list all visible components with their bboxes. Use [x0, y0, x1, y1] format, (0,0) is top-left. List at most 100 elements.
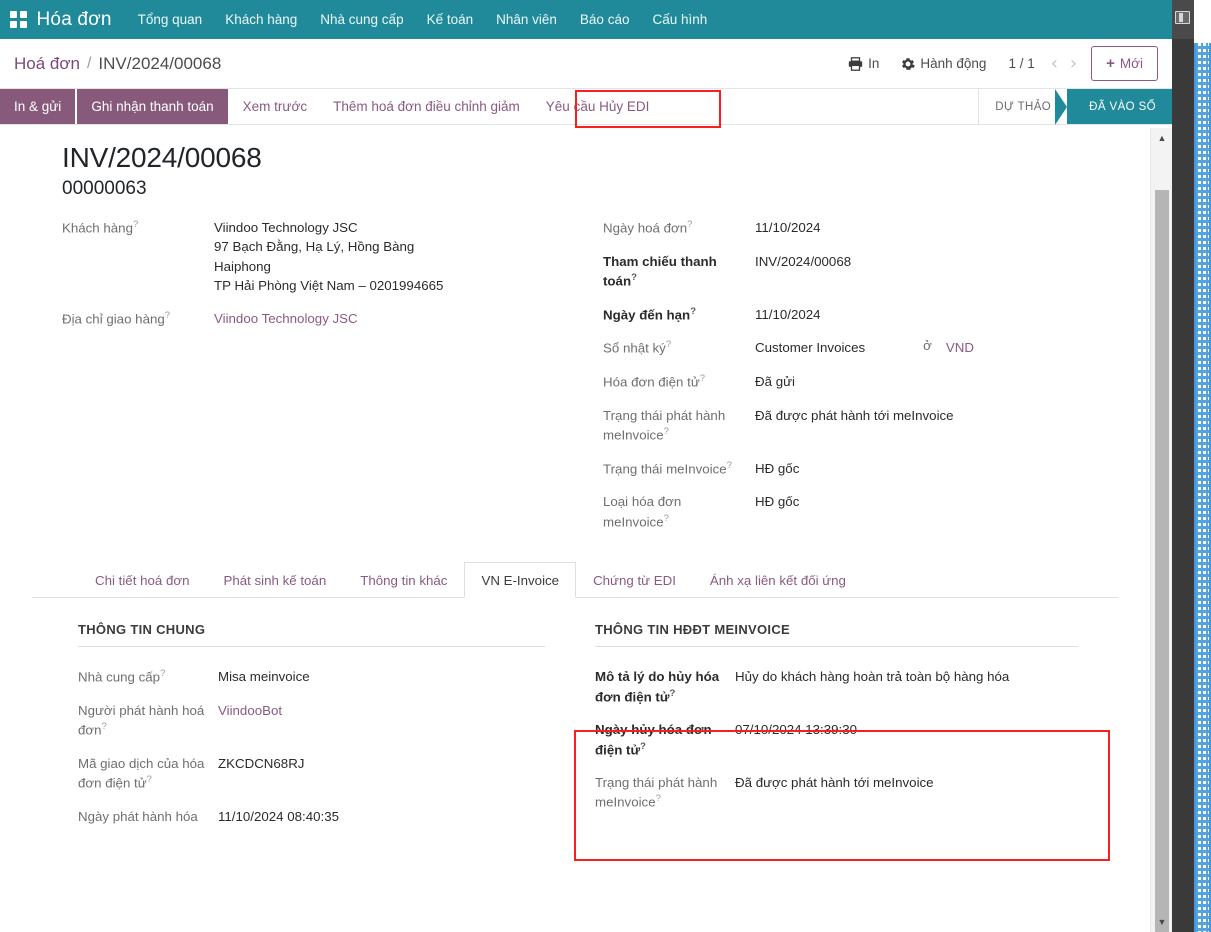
field-ma-giao-dich-value: ZKCDCN68RJ	[218, 754, 304, 793]
gear-icon	[901, 57, 915, 71]
print-button[interactable]: In	[848, 56, 879, 71]
label-text: Loại hóa đơn meInvoice	[603, 494, 681, 529]
tab-vn-e-invoice[interactable]: VN E-Invoice	[464, 562, 576, 598]
help-marker[interactable]: ?	[669, 688, 675, 699]
help-marker[interactable]: ?	[656, 793, 661, 804]
field-dia-chi-giao-hang-value[interactable]: Viindoo Technology JSC	[214, 309, 358, 329]
notebook-page-vn-e-invoice: THÔNG TIN CHUNG Nhà cung cấp? Misa meinv…	[32, 598, 1118, 840]
print-button-label: In	[868, 56, 879, 71]
breadcrumb-root[interactable]: Hoá đơn	[14, 54, 80, 74]
label-text: Ngày hủy hóa đơn điện tử	[595, 722, 712, 757]
group-thong-tin-hddt-meinvoice-title: THÔNG TIN HĐĐT MEINVOICE	[595, 622, 1078, 647]
field-nha-cung-cap: Nhà cung cấp? Misa meinvoice	[78, 667, 545, 687]
field-tham-chieu-thanh-toan: Tham chiếu thanh toán? INV/2024/00068	[603, 252, 1118, 291]
field-khach-hang: Khách hàng? Viindoo Technology JSC 97 Bạ…	[62, 218, 557, 295]
tab-chung-tu-edi[interactable]: Chứng từ EDI	[576, 562, 693, 598]
tab-chi-tiet-hoa-don[interactable]: Chi tiết hoá đơn	[78, 562, 206, 598]
plus-icon: +	[1106, 55, 1115, 72]
odoo-app: Hóa đơn Tổng quan Khách hàng Nhà cung cấ…	[0, 0, 1172, 932]
field-ngay-hoa-don-value[interactable]: 11/10/2024	[755, 218, 821, 238]
label-text: Mã giao dịch của hóa đơn điện tử	[78, 756, 204, 791]
help-marker[interactable]: ?	[160, 668, 165, 679]
field-ngay-huy-hoa-don-label: Ngày hủy hóa đơn điện tử?	[595, 720, 735, 759]
nav-item-nhan-vien[interactable]: Nhân viên	[496, 12, 557, 27]
nav-item-ke-toan[interactable]: Kế toán	[427, 12, 474, 27]
field-khach-hang-label: Khách hàng?	[62, 218, 214, 295]
scroll-down-arrow-icon[interactable]: ▼	[1151, 912, 1172, 932]
record-subtitle: 00000063	[62, 178, 1118, 200]
chevron-left-icon[interactable]: ‹	[1045, 55, 1064, 73]
field-nguoi-phat-hanh-hoa-don: Người phát hành hoá đơn? ViindooBot	[78, 701, 545, 740]
new-record-label: Mới	[1120, 56, 1143, 71]
field-ngay-den-han-label: Ngày đến hạn?	[603, 305, 755, 325]
help-marker[interactable]: ?	[165, 310, 170, 321]
button-them-hoa-don-dieu-chinh-giam[interactable]: Thêm hoá đơn điều chỉnh giảm	[320, 89, 533, 124]
field-nguoi-phat-hanh-hoa-don-value[interactable]: ViindooBot	[218, 701, 282, 740]
tab-phat-sinh-ke-toan[interactable]: Phát sinh kế toán	[206, 562, 343, 598]
help-marker[interactable]: ?	[664, 426, 669, 437]
new-record-button[interactable]: + Mới	[1091, 46, 1158, 81]
nav-item-tong-quan[interactable]: Tổng quan	[138, 12, 203, 27]
partner-address-line-2: Haiphong	[214, 257, 443, 276]
field-so-nhat-ky-value[interactable]: Customer Invoices	[755, 338, 865, 358]
nav-item-bao-cao[interactable]: Báo cáo	[580, 12, 630, 27]
nav-item-cau-hinh[interactable]: Cấu hình	[652, 12, 707, 27]
help-marker[interactable]: ?	[147, 774, 152, 785]
label-text: Sổ nhật ký	[603, 341, 666, 356]
tab-thong-tin-khac[interactable]: Thông tin khác	[343, 562, 464, 598]
field-currency-value[interactable]: VND	[946, 338, 974, 358]
nav-item-khach-hang[interactable]: Khách hàng	[225, 12, 297, 27]
label-text: Trạng thái meInvoice	[603, 461, 727, 476]
action-menu-button[interactable]: Hành động	[901, 56, 986, 71]
button-ghi-nhan-thanh-toan[interactable]: Ghi nhận thanh toán	[77, 89, 227, 124]
control-panel-actions: In Hành động 1 / 1 ‹ › + Mới	[848, 46, 1158, 81]
form-vertical-scrollbar[interactable]: ▲ ▼	[1150, 128, 1172, 932]
help-marker[interactable]: ?	[666, 339, 671, 350]
right-dark-panel-strip	[1172, 0, 1194, 932]
help-marker[interactable]: ?	[631, 272, 637, 283]
help-marker[interactable]: ?	[102, 721, 107, 732]
field-trang-thai-meinvoice-value: HĐ gốc	[755, 459, 799, 479]
label-text: Mô tả lý do hủy hóa đơn điện tử	[595, 669, 719, 704]
help-marker[interactable]: ?	[664, 513, 669, 524]
decorative-pattern-strip	[1194, 43, 1211, 932]
button-yeu-cau-huy-edi[interactable]: Yêu cầu Hủy EDI	[533, 89, 663, 124]
field-ngay-den-han-value[interactable]: 11/10/2024	[755, 305, 821, 325]
statusbar: In & gửi Ghi nhận thanh toán Xem trước T…	[0, 89, 1172, 125]
button-xem-truoc[interactable]: Xem trước	[230, 89, 320, 124]
field-loai-hoa-don-meinvoice: Loại hóa đơn meInvoice? HĐ gốc	[603, 492, 1118, 531]
app-brand-title[interactable]: Hóa đơn	[37, 9, 112, 31]
partner-link[interactable]: Viindoo Technology JSC	[214, 218, 443, 237]
form-sheet-scroll: INV/2024/00068 00000063 Khách hàng? Viin…	[0, 128, 1150, 932]
help-marker[interactable]: ?	[690, 306, 696, 317]
help-marker[interactable]: ?	[687, 219, 692, 230]
chevron-right-icon[interactable]: ›	[1064, 55, 1083, 73]
scroll-up-arrow-icon[interactable]: ▲	[1151, 128, 1172, 148]
field-dia-chi-giao-hang: Địa chỉ giao hàng? Viindoo Technology JS…	[62, 309, 557, 329]
field-trang-thai-meinvoice: Trạng thái meInvoice? HĐ gốc	[603, 459, 1118, 479]
help-marker[interactable]: ?	[700, 373, 705, 384]
help-marker[interactable]: ?	[133, 219, 138, 230]
nav-item-nha-cung-cap[interactable]: Nhà cung cấp	[320, 12, 403, 27]
apps-grid-icon[interactable]	[10, 11, 27, 28]
tab-anh-xa-lien-ket-doi-ung[interactable]: Ánh xạ liên kết đối ứng	[693, 562, 863, 598]
help-marker[interactable]: ?	[727, 460, 732, 471]
status-stage-da-vao-so[interactable]: ĐÃ VÀO SỐ	[1067, 89, 1172, 124]
help-marker[interactable]: ?	[640, 741, 646, 752]
partner-address-line-3: TP Hải Phòng Việt Nam – 0201994665	[214, 276, 443, 295]
top-navbar: Hóa đơn Tổng quan Khách hàng Nhà cung cấ…	[0, 0, 1172, 39]
breadcrumb: Hoá đơn / INV/2024/00068	[14, 54, 221, 74]
label-text: Ngày hoá đơn	[603, 220, 687, 235]
panel-toggle-icon[interactable]	[1175, 11, 1190, 24]
field-hoa-don-dien-tu: Hóa đơn điện tử? Đã gửi	[603, 372, 1118, 392]
field-trang-thai-meinvoice-label: Trạng thái meInvoice?	[603, 459, 755, 479]
form-sheet: INV/2024/00068 00000063 Khách hàng? Viin…	[0, 128, 1150, 840]
group-thong-tin-chung-title: THÔNG TIN CHUNG	[78, 622, 545, 647]
field-dia-chi-giao-hang-label: Địa chỉ giao hàng?	[62, 309, 214, 329]
label-text: Ngày phát hành hóa	[78, 809, 198, 824]
field-tham-chieu-thanh-toan-value[interactable]: INV/2024/00068	[755, 252, 851, 291]
scrollbar-thumb[interactable]	[1155, 190, 1169, 932]
field-loai-hoa-don-meinvoice-value: HĐ gốc	[755, 492, 799, 531]
field-ngay-den-han: Ngày đến hạn? 11/10/2024	[603, 305, 1118, 325]
button-in-va-gui[interactable]: In & gửi	[0, 89, 75, 124]
